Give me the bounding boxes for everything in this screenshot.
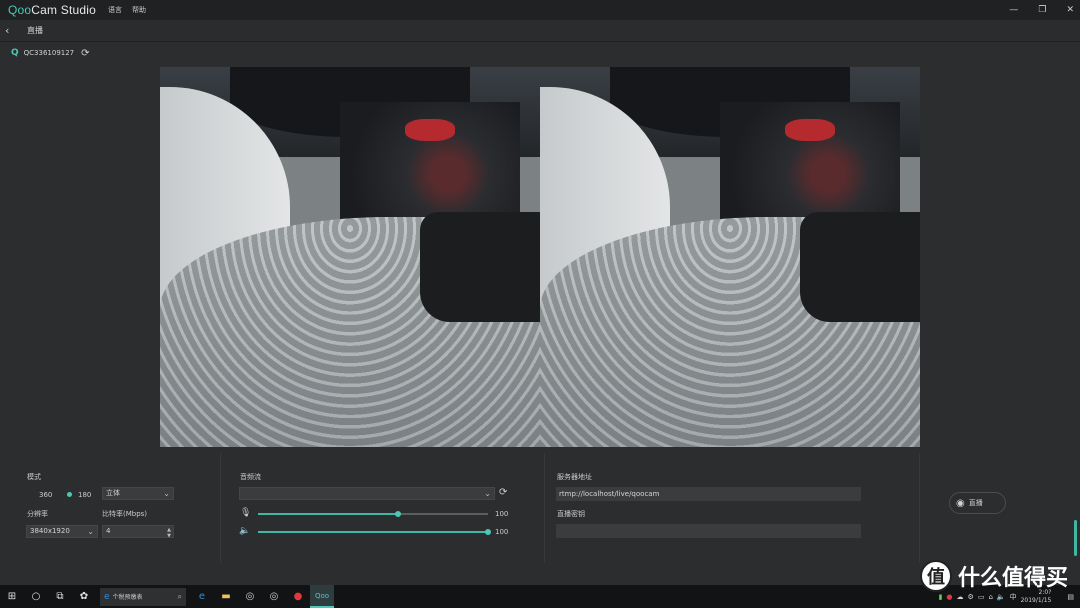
device-bar: Q QC336109127 ⟳: [0, 43, 1080, 63]
ime-indicator[interactable]: 中: [1010, 592, 1017, 602]
search-icon: ⌕: [177, 591, 182, 601]
divider: [919, 453, 920, 563]
stream-key-input[interactable]: [556, 524, 861, 538]
task-view-icon[interactable]: ⧉: [48, 591, 72, 602]
qoocam-app-icon[interactable]: Qoo: [310, 585, 334, 608]
mic-value: 100: [495, 510, 509, 518]
cortana-icon[interactable]: ○: [24, 591, 48, 602]
microphone-icon: 🎙: [240, 508, 252, 518]
stepper-arrows-icon[interactable]: ▲ ▼: [167, 527, 171, 539]
server-address-input[interactable]: rtmp://localhost/live/qoocam: [556, 487, 861, 501]
watermark-badge-icon: 值: [919, 560, 952, 592]
tray-icon[interactable]: ☁: [957, 593, 964, 601]
network-icon[interactable]: ⌂: [988, 593, 992, 601]
watermark: 值 什么值得买: [919, 560, 1068, 592]
divider: [220, 453, 221, 563]
mode-180-radio[interactable]: [67, 492, 72, 497]
menu-language[interactable]: 语言: [108, 5, 122, 15]
chevron-down-icon: ⌄: [484, 489, 491, 498]
app-logo: QooCam Studio: [8, 3, 96, 17]
tray-icon[interactable]: ⚙: [968, 593, 974, 601]
live-preview: [160, 67, 920, 447]
record-app-icon[interactable]: ●: [286, 585, 310, 608]
chevron-down-icon: ⌄: [87, 527, 94, 536]
restore-button[interactable]: ❐: [1038, 5, 1046, 15]
mode-label: 模式: [27, 473, 41, 481]
start-live-button[interactable]: ◉ 直播: [949, 492, 1006, 514]
resolution-dropdown[interactable]: 3840x1920 ⌄: [26, 525, 98, 538]
close-button[interactable]: ✕: [1066, 5, 1074, 15]
chevron-down-icon: ⌄: [163, 489, 170, 498]
stereo-dropdown[interactable]: 立体 ⌄: [102, 487, 174, 500]
back-arrow-icon[interactable]: ‹: [5, 24, 21, 37]
taskbar: ⊞ ○ ⧉ ✿ e 个税预缴表 ⌕ e ▬ ◎ ◎ ● Qoo ▮ ● ☁ ⚙ …: [0, 585, 1080, 608]
refresh-icon[interactable]: ⟳: [81, 48, 89, 59]
windows-start-icon[interactable]: ⊞: [0, 591, 24, 602]
watermark-text: 什么值得买: [957, 566, 1068, 591]
file-explorer-icon[interactable]: ▬: [214, 585, 238, 608]
volume-slider-thumb[interactable]: [485, 529, 491, 535]
audio-label: 音频流: [240, 473, 261, 481]
tray-icon[interactable]: ▮: [939, 593, 943, 601]
settings-panel: 模式 360 180 立体 ⌄ 分辨率 比特率(Mbps) 3840x1920 ⌄ …: [0, 453, 1080, 563]
mic-slider-thumb[interactable]: [395, 511, 402, 517]
stream-key-label: 直播密钥: [557, 510, 585, 518]
resolution-label: 分辨率: [27, 510, 48, 518]
mode-180-label: 180: [78, 491, 92, 499]
edge-app-icon[interactable]: e: [190, 585, 214, 608]
broadcast-icon: ◉: [956, 497, 965, 509]
app-icon[interactable]: ✿: [72, 591, 96, 602]
minimize-button[interactable]: —: [1009, 5, 1018, 15]
taskbar-search[interactable]: e 个税预缴表 ⌕: [100, 587, 186, 606]
menu-help[interactable]: 帮助: [132, 5, 146, 15]
server-address-label: 服务器地址: [557, 473, 592, 481]
audio-refresh-icon[interactable]: ⟳: [499, 487, 507, 498]
page-title: 直播: [27, 26, 43, 35]
app-icon[interactable]: ◎: [238, 585, 262, 608]
preview-right-eye: [540, 67, 920, 447]
app-icon[interactable]: ◎: [262, 585, 286, 608]
bitrate-label: 比特率(Mbps): [102, 510, 148, 518]
device-icon: Q: [11, 48, 19, 58]
volume-slider[interactable]: [258, 529, 491, 535]
page-header: ‹ 直播: [0, 20, 1080, 42]
scrollbar[interactable]: [1074, 520, 1077, 556]
mode-360-radio[interactable]: [30, 492, 35, 497]
volume-value: 100: [495, 528, 509, 536]
window-controls: — ❐ ✕: [1009, 0, 1074, 20]
audio-source-dropdown[interactable]: ⌄: [239, 487, 495, 500]
volume-tray-icon[interactable]: 🔈: [997, 593, 1006, 601]
device-id: QC336109127: [23, 49, 75, 57]
battery-icon[interactable]: ▭: [978, 593, 985, 601]
title-bar: QooCam Studio 语言 帮助 — ❐ ✕: [0, 0, 1080, 20]
mic-slider[interactable]: [258, 511, 488, 517]
preview-left-eye: [160, 67, 540, 447]
notification-icon[interactable]: ▤: [1067, 593, 1074, 601]
speaker-icon: 🔈: [239, 526, 251, 536]
edge-icon: e: [104, 591, 110, 602]
tray-icon[interactable]: ●: [946, 593, 952, 601]
divider: [544, 453, 545, 563]
bitrate-stepper[interactable]: 4 ▲ ▼: [102, 525, 174, 539]
mode-360-label: 360: [39, 491, 53, 499]
